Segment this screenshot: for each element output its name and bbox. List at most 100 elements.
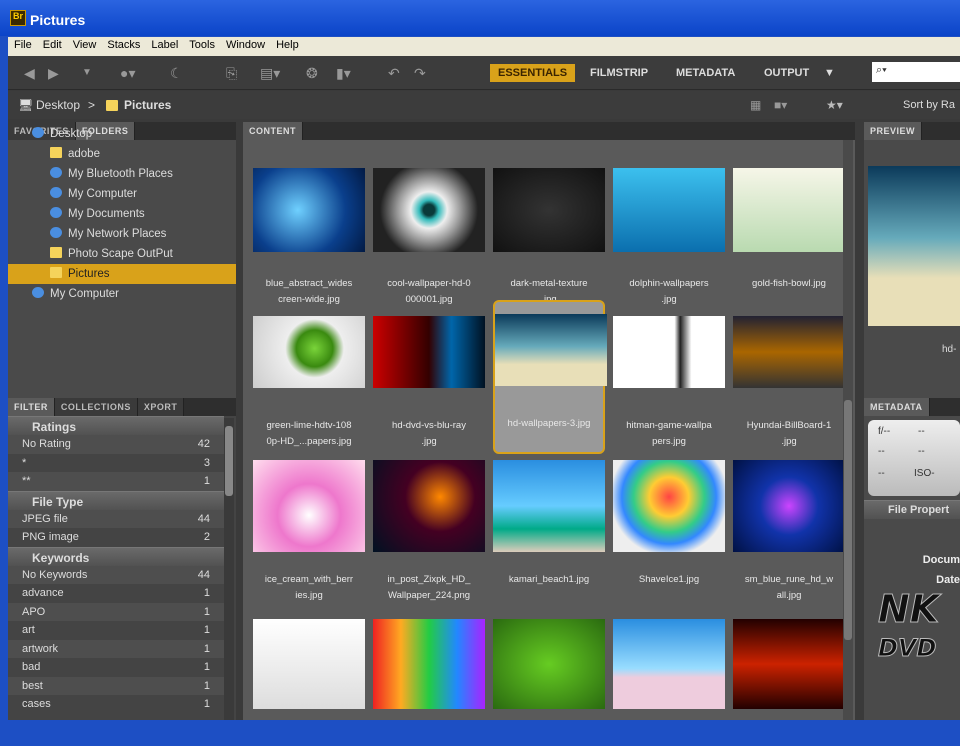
back-icon[interactable]: ◀ <box>24 65 35 82</box>
workspace-menu-chevron-icon[interactable]: ▼ <box>816 64 843 82</box>
filter-row[interactable]: No Rating 42 <box>8 435 224 454</box>
menu-view[interactable]: View <box>73 39 97 56</box>
folder-item[interactable]: My Computer <box>8 284 236 304</box>
tab-preview[interactable]: PREVIEW <box>864 122 923 140</box>
filter-row[interactable]: best 1 <box>8 676 224 695</box>
thumbnail-item[interactable] <box>373 616 485 746</box>
folder-item[interactable]: My Documents <box>8 204 236 224</box>
breadcrumb-pictures[interactable]: Pictures <box>124 98 171 112</box>
folder-item[interactable]: Photo Scape OutPut <box>8 244 236 264</box>
tab-filter[interactable]: FILTER <box>8 398 55 416</box>
workspace-metadata[interactable]: METADATA <box>668 64 743 82</box>
tab-export[interactable]: XPORT <box>137 398 185 416</box>
filter-row[interactable]: artwork 1 <box>8 639 224 658</box>
thumbnail-item[interactable]: green-lime-hdtv-108 0p-HD_...papers.jpg <box>253 304 365 450</box>
thumbnail-item[interactable]: ice_cream_with_berr ies.jpg <box>253 458 365 604</box>
folder-label: Desktop <box>50 128 93 140</box>
filter-row[interactable]: No Keywords 44 <box>8 565 224 584</box>
sort-dropdown[interactable]: Sort by Ra <box>903 99 955 111</box>
filter-scrollbar[interactable] <box>224 418 234 720</box>
camera-import-icon[interactable]: ⎘ <box>226 65 237 82</box>
thumbnail-item[interactable]: ShaveIce1.jpg <box>613 458 725 588</box>
workspace-essentials[interactable]: ESSENTIALS <box>490 64 576 82</box>
boomerang-icon[interactable]: ☾ <box>170 65 183 82</box>
thumbnail-item[interactable]: hitman-game-wallpa pers.jpg <box>613 304 725 450</box>
refine-icon[interactable]: ▤▾ <box>260 65 280 82</box>
thumbnail-item[interactable]: cool-wallpaper-hd-0 000001.jpg <box>373 162 485 308</box>
folder-icon <box>50 247 62 258</box>
search-input[interactable]: ⌕▾ <box>872 62 960 82</box>
quality-icon[interactable]: ▦ <box>750 98 761 112</box>
camera-raw-icon[interactable]: ❂ <box>306 65 318 82</box>
preview-panel-tabs: PREVIEW <box>864 122 960 140</box>
thumbnail-item[interactable]: Hyundai-BillBoard-1 .jpg <box>733 304 845 450</box>
menu-stacks[interactable]: Stacks <box>107 39 140 56</box>
filter-row[interactable]: JPEG file 44 <box>8 509 224 528</box>
thumbnail-filename: ice_cream_with_berr ies.jpg <box>264 574 354 601</box>
filter-group-header[interactable]: File Type <box>8 490 224 510</box>
thumbnail-item[interactable] <box>613 616 725 746</box>
file-properties-header[interactable]: File Propert <box>864 500 960 519</box>
folder-item[interactable]: My Network Places <box>8 224 236 244</box>
workspace-output[interactable]: OUTPUT <box>756 64 817 82</box>
filter-row[interactable]: PNG image 2 <box>8 528 224 547</box>
thumbnail-item[interactable]: dolphin-wallpapers .jpg <box>613 162 725 308</box>
thumbnail-filename <box>733 730 845 746</box>
folder-item[interactable]: adobe <box>8 144 236 164</box>
content-scrollbar[interactable] <box>843 140 853 720</box>
rotate-right-icon[interactable]: ↷ <box>414 65 426 82</box>
breadcrumb-desktop[interactable]: Desktop <box>36 98 80 112</box>
view-options-icon[interactable]: ■▾ <box>774 98 787 112</box>
thumbnail-item[interactable]: kamari_beach1.jpg <box>493 458 605 588</box>
filter-row[interactable]: cases 1 <box>8 695 224 714</box>
reveal-icon[interactable]: ●▾ <box>120 65 135 82</box>
thumbnail-item[interactable] <box>733 616 845 746</box>
folder-item[interactable]: My Bluetooth Places <box>8 164 236 184</box>
thumbnail-item[interactable]: sm_blue_rune_hd_w all.jpg <box>733 458 845 604</box>
thumbnail-item[interactable] <box>253 616 365 746</box>
path-bar: 🖥 Desktop > Pictures ▦ ■▾ ★▾ Sort by Ra <box>8 91 960 119</box>
menu-window[interactable]: Window <box>226 39 265 56</box>
folder-item[interactable]: Pictures <box>8 264 236 284</box>
bridge-app-icon: Br <box>10 10 26 26</box>
metering-value: -- <box>918 446 925 457</box>
filter-row[interactable]: ** 1 <box>8 472 224 491</box>
tab-collections[interactable]: COLLECTIONS <box>54 398 138 416</box>
rating-filter-star-icon[interactable]: ★▾ <box>826 98 843 112</box>
thumbnail-item[interactable]: blue_abstract_wides creen-wide.jpg <box>253 162 365 308</box>
breadcrumb-separator[interactable]: > <box>88 98 95 112</box>
tab-metadata[interactable]: METADATA <box>864 398 930 416</box>
thumbnail-item[interactable]: dark-metal-texture.jpg <box>493 162 605 308</box>
filter-row[interactable]: art 1 <box>8 621 224 640</box>
output-icon[interactable]: ▮▾ <box>336 65 351 82</box>
forward-icon[interactable]: ▶ <box>48 65 59 82</box>
workspace-filmstrip[interactable]: FILMSTRIP <box>582 64 656 82</box>
filter-panel: FILTER COLLECTIONS XPORT Ratings No Ratin… <box>8 398 236 720</box>
thumbnail-item[interactable]: in_post_Zixpk_HD_ Wallpaper_224.png <box>373 458 485 604</box>
folder-item[interactable]: My Computer <box>8 184 236 204</box>
tab-content[interactable]: CONTENT <box>243 122 303 140</box>
menu-help[interactable]: Help <box>276 39 299 56</box>
recent-dropdown-icon[interactable]: ▼ <box>82 67 92 78</box>
rotate-left-icon[interactable]: ↶ <box>388 65 400 82</box>
folder-item[interactable]: Desktop <box>8 124 236 144</box>
filter-row[interactable]: * 3 <box>8 454 224 473</box>
thumbnail-image <box>733 460 845 552</box>
filter-group-header[interactable]: Ratings <box>8 416 224 435</box>
thumbnail-filename <box>613 730 725 746</box>
thumbnail-item[interactable]: hd-dvd-vs-blu-ray .jpg <box>373 304 485 450</box>
menu-tools[interactable]: Tools <box>189 39 215 56</box>
filter-row[interactable]: APO 1 <box>8 602 224 621</box>
filter-row[interactable]: bad 1 <box>8 658 224 677</box>
thumbnail-image <box>253 460 365 552</box>
filter-row[interactable]: advance 1 <box>8 584 224 603</box>
menu-file[interactable]: File <box>14 39 32 56</box>
menu-label[interactable]: Label <box>151 39 178 56</box>
filter-count: 1 <box>203 642 210 655</box>
thumbnail-item[interactable]: hd-wallpapers-3.jpg <box>493 300 607 454</box>
thumbnail-item[interactable] <box>493 616 605 746</box>
thumbnail-item[interactable]: gold-fish-bowl.jpg <box>733 162 845 292</box>
menu-edit[interactable]: Edit <box>43 39 62 56</box>
filter-group-header[interactable]: Keywords <box>8 546 224 566</box>
folder-label: My Computer <box>50 288 120 300</box>
